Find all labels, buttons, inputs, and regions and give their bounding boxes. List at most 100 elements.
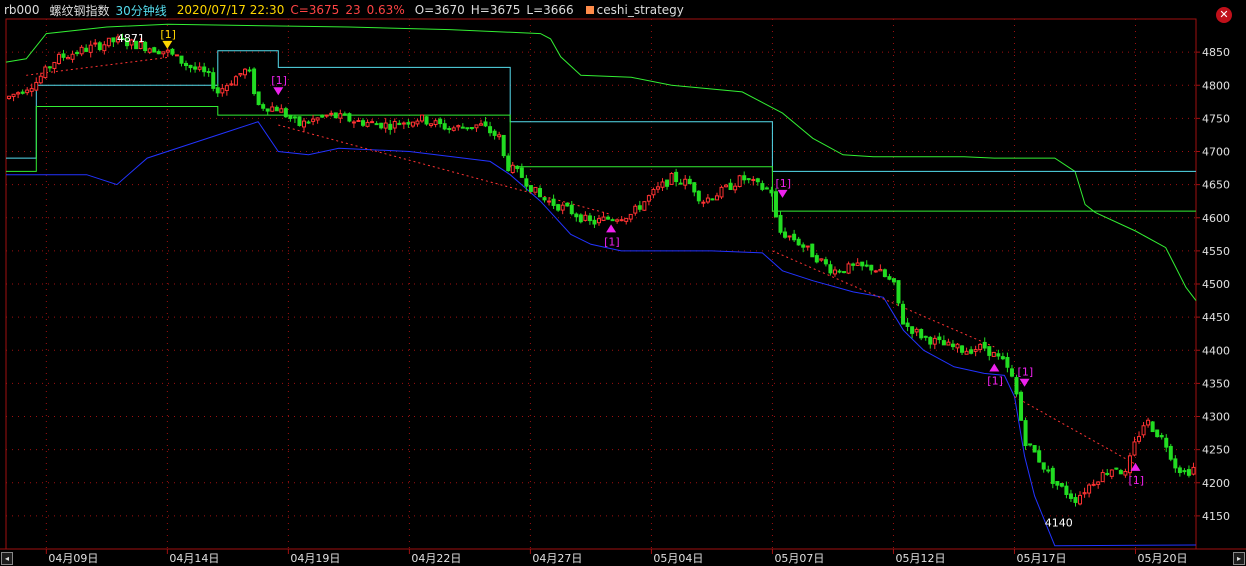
candle-body	[374, 123, 379, 126]
candle-body	[973, 349, 978, 352]
candle-body	[1091, 483, 1096, 486]
candle-body	[678, 182, 683, 185]
candle-body	[882, 269, 887, 278]
candle-body	[229, 83, 234, 86]
candle-body	[256, 91, 261, 106]
candle-body	[338, 113, 343, 119]
candle-body	[270, 106, 275, 112]
x-tick-label: 04月27日	[532, 552, 582, 565]
candle-body	[773, 191, 778, 218]
candle-body	[215, 87, 220, 94]
candle-body	[978, 343, 983, 350]
candle-body	[356, 120, 361, 123]
candle-body	[93, 42, 98, 45]
candle-body	[814, 255, 819, 263]
candle-body	[392, 120, 397, 129]
candle-body	[161, 51, 166, 55]
candle-body	[1191, 466, 1196, 475]
candle-body	[47, 66, 52, 69]
signal-label: [1]	[160, 28, 176, 41]
candle-body	[960, 345, 965, 353]
candle-body	[587, 215, 592, 222]
candle-body	[692, 182, 697, 193]
candle-body	[742, 175, 747, 181]
candle-body	[1087, 484, 1092, 494]
candle-body	[565, 202, 570, 207]
candles-group	[7, 33, 1196, 507]
candle-body	[238, 73, 243, 76]
candle-body	[660, 181, 665, 188]
candle-body	[265, 108, 270, 112]
candle-body	[592, 219, 597, 225]
candle-body	[778, 214, 783, 233]
candle-body	[1068, 493, 1073, 499]
candle-body	[102, 44, 107, 52]
y-tick-label: 4700	[1202, 146, 1230, 159]
close-icon[interactable]: ✕	[1216, 7, 1232, 23]
candle-body	[1123, 471, 1128, 476]
candle-body	[596, 218, 601, 224]
candle-body	[937, 336, 942, 341]
candle-body	[324, 114, 329, 117]
candle-body	[79, 46, 84, 55]
x-tick-label: 05月20日	[1137, 552, 1187, 565]
strategy-label[interactable]: ceshi_strategy	[597, 3, 684, 17]
candle-body	[901, 303, 906, 325]
candle-body	[1009, 368, 1014, 377]
candle-body	[1055, 481, 1060, 486]
candle-body	[188, 64, 193, 69]
candle-body	[1050, 467, 1055, 484]
candle-body	[261, 104, 266, 109]
candle-body	[624, 217, 629, 222]
x-tick-label: 05月17日	[1016, 552, 1066, 565]
open-value: O=3670	[414, 3, 465, 17]
candle-body	[651, 188, 656, 196]
candle-body	[379, 122, 384, 129]
scroll-right-icon[interactable]: ▸	[1233, 552, 1245, 565]
period-label[interactable]: 30分钟线	[115, 2, 166, 19]
price-chart[interactable]: 4850 4800 4750 4700 4650 4600 4550 4500 4450 4400…	[0, 0, 1246, 566]
candle-body	[642, 201, 647, 211]
y-tick-label: 4250	[1202, 444, 1230, 457]
candle-body	[787, 235, 792, 238]
candle-body	[610, 219, 615, 222]
candle-body	[66, 57, 71, 60]
candle-body	[751, 178, 756, 181]
signal-label: [1]	[604, 235, 620, 248]
y-tick-label: 4450	[1202, 311, 1230, 324]
candle-body	[20, 91, 25, 94]
candle-body	[1046, 469, 1051, 472]
candle-body	[551, 198, 556, 206]
candle-body	[474, 124, 479, 129]
candle-body	[969, 349, 974, 354]
candle-body	[569, 204, 574, 215]
candle-body	[211, 72, 216, 89]
close-value: C=3675	[290, 3, 340, 17]
datetime-label: 2020/07/17 22:30	[176, 3, 285, 17]
candle-body	[987, 346, 992, 356]
contract-name: 螺纹钢指数	[49, 3, 110, 18]
candle-body	[923, 335, 928, 338]
candle-body	[1182, 470, 1187, 473]
candle-body	[288, 115, 293, 119]
signal-label: [1]	[1128, 474, 1144, 487]
candle-body	[429, 123, 434, 127]
candle-body	[991, 351, 996, 357]
candle-body	[1100, 472, 1105, 483]
signal-marker: [1]	[160, 28, 176, 49]
candle-body	[719, 186, 724, 198]
candle-body	[1137, 436, 1142, 442]
candle-body	[410, 121, 415, 127]
candle-body	[537, 188, 542, 198]
y-tick-label: 4550	[1202, 245, 1230, 258]
candle-body	[796, 238, 801, 246]
candle-body	[851, 263, 856, 266]
y-tick-label: 4750	[1202, 112, 1230, 125]
candle-body	[646, 195, 651, 202]
scroll-left-icon[interactable]: ◂	[1, 552, 13, 565]
trend-line	[772, 250, 995, 348]
candle-body	[746, 178, 751, 181]
candle-body	[964, 350, 969, 355]
candle-body	[1150, 421, 1155, 433]
candle-body	[583, 214, 588, 221]
